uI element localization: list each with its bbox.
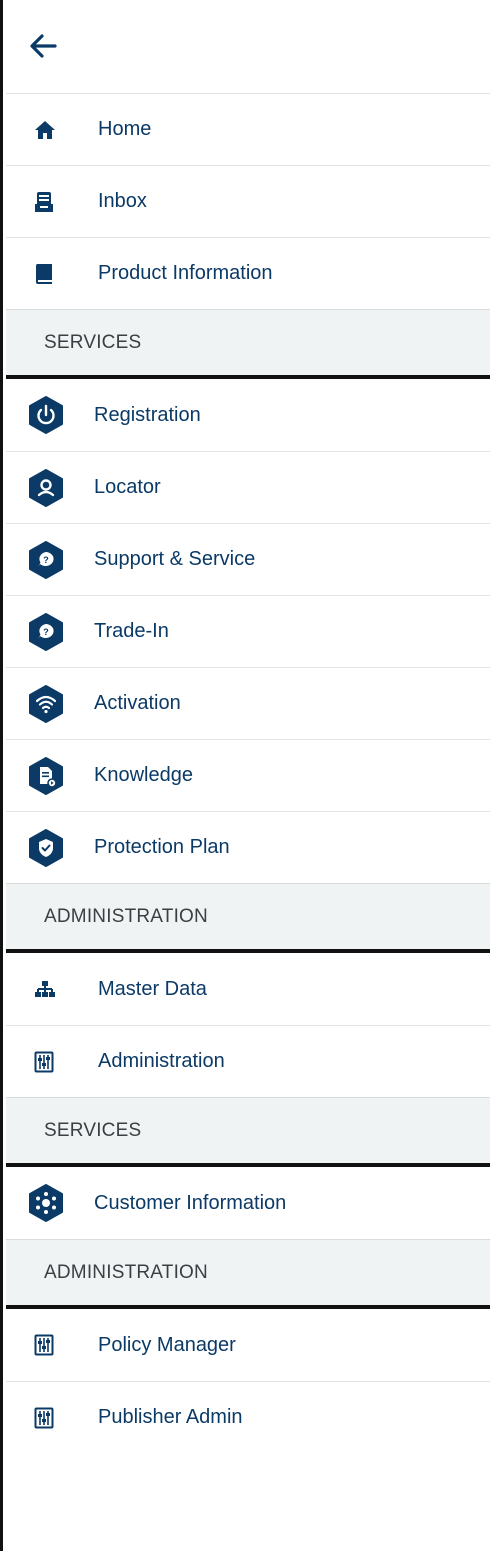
nav-item-activation[interactable]: Activation	[6, 667, 490, 739]
nav-item-customer-information[interactable]: Customer Information	[6, 1167, 490, 1239]
nav-item-label: Master Data	[98, 977, 207, 1000]
sliders-icon	[6, 1407, 98, 1429]
shield-icon	[6, 828, 94, 867]
hub-icon	[6, 1184, 94, 1222]
nav-item-master-data[interactable]: Master Data	[6, 953, 490, 1025]
hierarchy-icon	[6, 979, 98, 999]
nav-item-administration[interactable]: Administration	[6, 1025, 490, 1097]
help-chat-icon: ?	[6, 612, 94, 651]
nav-item-label: Product Information	[98, 262, 273, 284]
nav-item-protection-plan[interactable]: Protection Plan	[6, 811, 490, 883]
wifi-icon	[6, 684, 94, 723]
book-icon	[6, 263, 98, 285]
home-icon	[6, 120, 98, 140]
nav-item-trade-in[interactable]: ? Trade-In	[6, 595, 490, 667]
section-header-services: SERVICES	[6, 309, 490, 379]
sliders-icon	[6, 1334, 98, 1356]
nav-item-label: Inbox	[98, 190, 147, 212]
nav-item-label: Publisher Admin	[98, 1406, 243, 1428]
nav-item-label: Home	[98, 118, 152, 140]
nav-item-knowledge[interactable]: Knowledge	[6, 739, 490, 811]
nav-item-label: Activation	[94, 692, 181, 714]
nav-item-locator[interactable]: Locator	[6, 451, 490, 523]
nav-item-label: Locator	[94, 476, 161, 498]
document-icon	[6, 756, 94, 795]
nav-item-label: Policy Manager	[98, 1333, 236, 1356]
nav-item-label: Customer Information	[94, 1191, 287, 1214]
nav-item-inbox[interactable]: Inbox	[6, 165, 490, 237]
section-header-administration: ADMINISTRATION	[6, 1239, 490, 1309]
nav-item-product-information[interactable]: Product Information	[6, 237, 490, 309]
nav-item-label: Administration	[98, 1050, 225, 1072]
sliders-icon	[6, 1051, 98, 1073]
nav-item-label: Registration	[94, 403, 201, 426]
section-header-services: SERVICES	[6, 1097, 490, 1167]
nav-item-publisher-admin[interactable]: Publisher Admin	[6, 1381, 490, 1453]
nav-item-home[interactable]: Home	[6, 93, 490, 165]
help-chat-icon: ?	[6, 540, 94, 579]
inbox-icon	[6, 191, 98, 213]
nav-list: Home Inbox Product Information SERVICES …	[6, 93, 490, 1453]
side-navigation-panel: Home Inbox Product Information SERVICES …	[0, 0, 490, 1551]
location-icon	[6, 468, 94, 507]
svg-text:?: ?	[43, 555, 49, 565]
back-button[interactable]	[25, 28, 61, 64]
arrow-left-icon	[30, 34, 57, 58]
nav-item-label: Protection Plan	[94, 836, 230, 858]
nav-item-label: Support & Service	[94, 548, 256, 570]
nav-item-label: Knowledge	[94, 764, 193, 786]
section-header-administration: ADMINISTRATION	[6, 883, 490, 953]
nav-item-support-service[interactable]: ? Support & Service	[6, 523, 490, 595]
nav-item-label: Trade-In	[94, 620, 169, 642]
svg-text:?: ?	[43, 627, 49, 637]
nav-item-registration[interactable]: Registration	[6, 379, 490, 451]
nav-item-policy-manager[interactable]: Policy Manager	[6, 1309, 490, 1381]
power-icon	[6, 396, 94, 434]
